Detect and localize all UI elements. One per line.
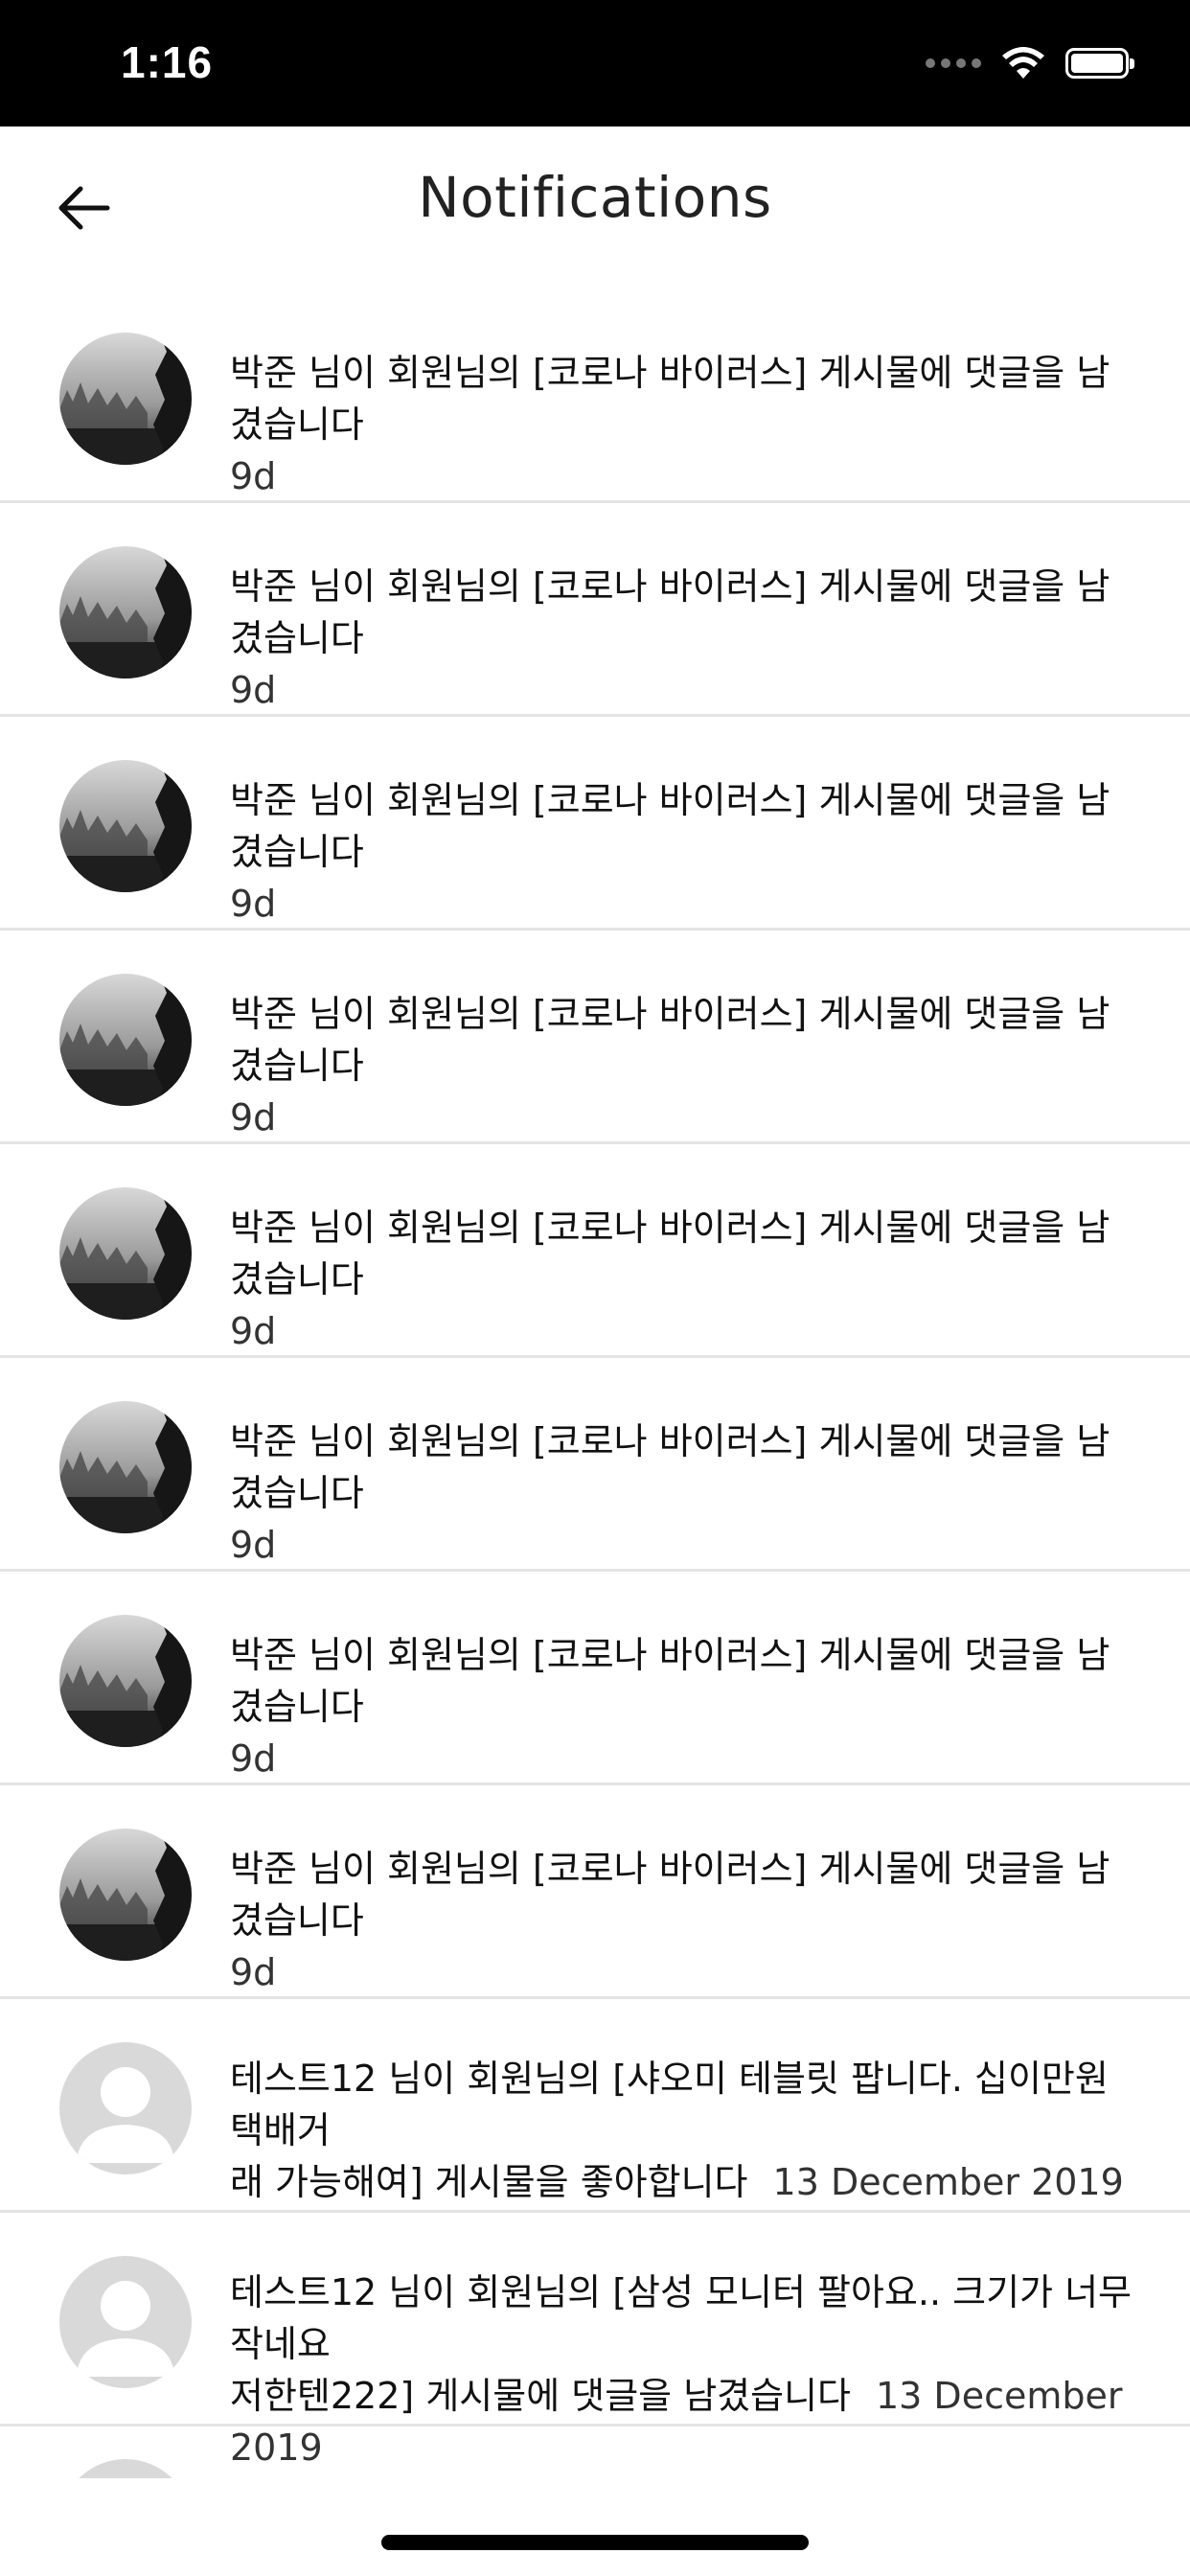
page-title: Notifications (418, 165, 772, 230)
default-user-avatar (59, 2256, 192, 2388)
forest-avatar (59, 1828, 192, 1961)
user-placeholder-icon (59, 2256, 192, 2388)
notification-text: 박준 님이 회원님의 [코로나 바이러스] 게시물에 댓글을 남겼습니다 (230, 1207, 1110, 1300)
notification-text: 박준 님이 회원님의 [코로나 바이러스] 게시물에 댓글을 남겼습니다 (230, 1848, 1110, 1942)
notification-time: 9d (230, 669, 277, 711)
notification-item[interactable]: 박준 님이 회원님의 [코로나 바이러스] 게시물에 댓글을 남겼습니다 9d (0, 503, 1190, 717)
status-icons (926, 44, 1134, 82)
notification-text: 박준 님이 회원님의 [코로나 바이러스] 게시물에 댓글을 남겼습니다 (230, 565, 1110, 659)
notification-time: 9d (230, 1737, 277, 1780)
notification-time: 9d (230, 1951, 277, 1993)
notification-text: 박준 님이 회원님의 [코로나 바이러스] 게시물에 댓글을 남겼습니다 (230, 1420, 1110, 1514)
notification-item[interactable]: 박준 님이 회원님의 [코로나 바이러스] 게시물에 댓글을 남겼습니다 9d (0, 1785, 1190, 1999)
wifi-icon (1002, 47, 1044, 79)
notification-text-line-1: 테스트12 님이 회원님의 [삼성 모니터 팔아요.. 크기가 너무작네요 (230, 2271, 1133, 2365)
forest-avatar (59, 1401, 192, 1533)
forest-avatar (59, 1615, 192, 1747)
notification-time: 9d (230, 1524, 277, 1566)
user-placeholder-icon (59, 2042, 192, 2174)
notification-list[interactable]: 박준 님이 회원님의 [코로나 바이러스] 게시물에 댓글을 남겼습니다 9d … (0, 289, 1190, 2469)
default-user-avatar (59, 2042, 192, 2174)
notification-text: 박준 님이 회원님의 [코로나 바이러스] 게시물에 댓글을 남겼습니다 (230, 779, 1110, 873)
notification-date: 13 December 2019 (772, 2161, 1124, 2203)
notification-text-line-2: 저한텐222] 게시물에 댓글을 남겼습니다 (230, 2375, 851, 2417)
notification-text: 박준 님이 회원님의 [코로나 바이러스] 게시물에 댓글을 남겼습니다 (230, 1634, 1110, 1728)
status-bar: 1:16 (0, 0, 1190, 126)
notification-text: 박준 님이 회원님의 [코로나 바이러스] 게시물에 댓글을 남겼습니다 (230, 352, 1110, 446)
notification-item[interactable]: 박준 님이 회원님의 [코로나 바이러스] 게시물에 댓글을 남겼습니다 9d (0, 931, 1190, 1144)
notification-item[interactable]: 박준 님이 회원님의 [코로나 바이러스] 게시물에 댓글을 남겼습니다 9d (0, 717, 1190, 931)
battery-icon (1065, 48, 1134, 79)
notification-time: 9d (230, 883, 277, 925)
forest-avatar (59, 974, 192, 1106)
partial-avatar (59, 2459, 192, 2478)
notification-text-line-2: 래 가능해여] 게시물을 좋아합니다 (230, 2161, 748, 2203)
notification-item[interactable]: 박준 님이 회원님의 [코로나 바이러스] 게시물에 댓글을 남겼습니다 9d (0, 1572, 1190, 1785)
notification-time: 9d (230, 1096, 277, 1138)
notification-item[interactable]: 테스트12 님이 회원님의 [샤오미 테블릿 팝니다. 십이만원 택배거 래 가… (0, 1999, 1190, 2213)
notification-text: 박준 님이 회원님의 [코로나 바이러스] 게시물에 댓글을 남겼습니다 (230, 993, 1110, 1087)
forest-avatar (59, 760, 192, 892)
home-indicator[interactable] (381, 2535, 809, 2550)
notification-item[interactable]: 박준 님이 회원님의 [코로나 바이러스] 게시물에 댓글을 남겼습니다 9d (0, 1358, 1190, 1572)
notification-item[interactable]: 박준 님이 회원님의 [코로나 바이러스] 게시물에 댓글을 남겼습니다 9d (0, 289, 1190, 503)
forest-avatar (59, 1187, 192, 1320)
forest-avatar (59, 546, 192, 678)
cellular-signal-icon (926, 58, 981, 68)
notification-item[interactable]: 박준 님이 회원님의 [코로나 바이러스] 게시물에 댓글을 남겼습니다 9d (0, 1144, 1190, 1358)
notification-time: 9d (230, 455, 277, 497)
status-time: 1:16 (121, 37, 214, 87)
notification-item[interactable]: 테스트12 님이 회원님의 [삼성 모니터 팔아요.. 크기가 너무작네요 저한… (0, 2213, 1190, 2469)
notification-time: 9d (230, 1310, 277, 1352)
navigation-header: Notifications (0, 126, 1190, 289)
notification-text-line-1: 테스트12 님이 회원님의 [샤오미 테블릿 팝니다. 십이만원 택배거 (230, 2058, 1109, 2151)
forest-avatar (59, 333, 192, 465)
